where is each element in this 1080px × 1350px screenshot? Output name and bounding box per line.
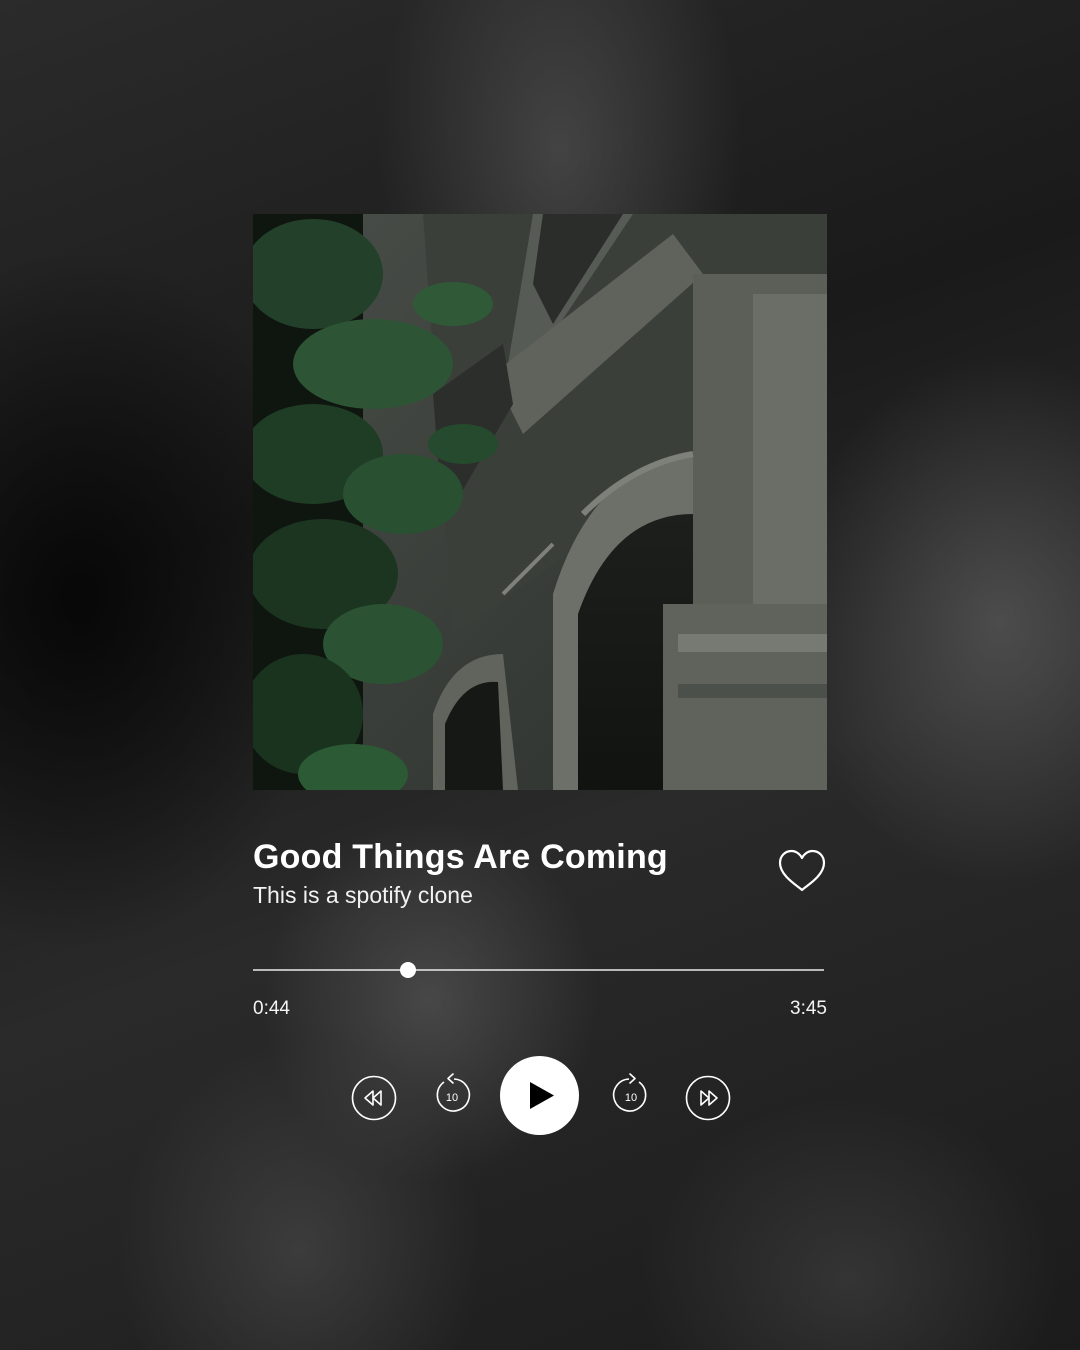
progress-thumb[interactable] (400, 962, 417, 978)
skip-back-10-label: 10 (446, 1092, 458, 1104)
skip-back-10-button[interactable]: 10 (432, 1073, 472, 1115)
skip-forward-10-button[interactable]: 10 (611, 1073, 651, 1115)
current-time: 0:44 (253, 998, 290, 1019)
song-title: Good Things Are Coming (253, 838, 668, 876)
rewind-icon (351, 1075, 397, 1121)
album-cover-image (253, 214, 827, 790)
fast-forward-button[interactable] (685, 1075, 731, 1121)
like-button[interactable] (776, 846, 828, 896)
skip-forward-10-icon: 10 (612, 1073, 647, 1112)
song-subtitle: This is a spotify clone (253, 882, 473, 908)
skip-back-10-icon: 10 (436, 1073, 471, 1112)
heart-outline-icon (778, 849, 826, 892)
rewind-button[interactable] (351, 1075, 397, 1121)
fast-forward-icon (685, 1075, 731, 1121)
progress-bar[interactable] (253, 962, 824, 978)
play-icon (530, 1082, 554, 1109)
play-button[interactable] (500, 1056, 579, 1135)
skip-forward-10-label: 10 (625, 1092, 637, 1104)
total-time: 3:45 (790, 998, 827, 1019)
album-cover (253, 214, 827, 790)
